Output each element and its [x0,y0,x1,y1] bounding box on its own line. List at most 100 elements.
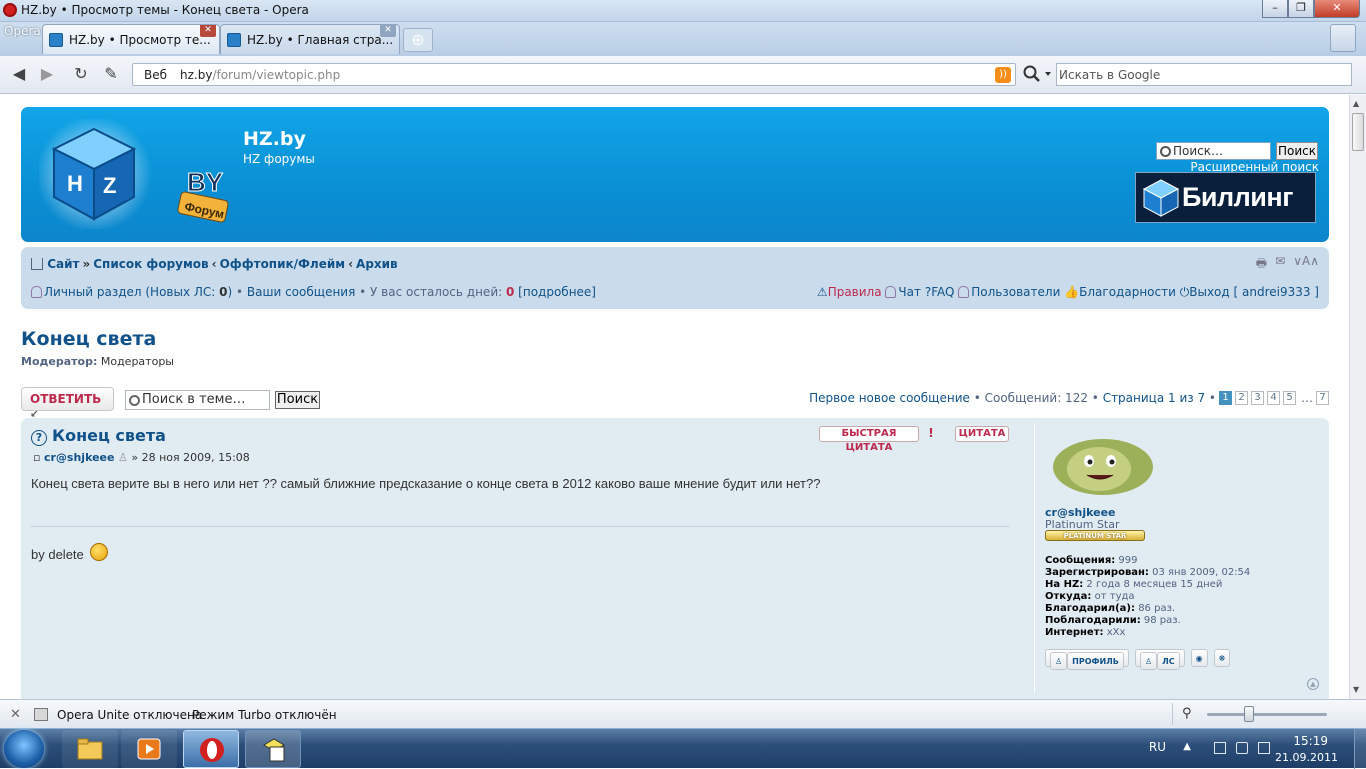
search-engine-select-icon[interactable] [1021,64,1055,84]
font-size-icon[interactable]: ∨A∧ [1293,254,1319,275]
tab-label: HZ.by • Просмотр те... [69,33,211,47]
post-title[interactable]: Конец света [52,426,166,445]
stat-row: Откуда: от туда [1045,591,1135,602]
new-tab-button[interactable]: ⊕ [403,28,433,52]
post-profile: cr@shjkeee Platinum Star PLATINUM STAR С… [1034,423,1319,693]
reload-icon[interactable]: ↻ [70,64,92,84]
zoom-slider-thumb[interactable] [1244,706,1254,722]
back-to-top-icon[interactable]: ▲ [1307,678,1319,690]
reply-button[interactable]: ОТВЕТИТЬ ↙ [21,387,114,420]
taskbar-explorer[interactable] [62,730,118,768]
quick-quote-button[interactable]: БЫСТРАЯ ЦИТАТА [819,426,919,453]
unite-status[interactable]: Opera Unite отключена [57,708,202,722]
post-icon: ▫ [33,451,41,464]
website-globe-icon[interactable]: ◉ [1190,649,1208,667]
zoom-slider[interactable] [1207,713,1327,716]
tab-close-icon[interactable]: ✕ [200,25,216,37]
site-logo[interactable]: H Z BY Форум [39,119,239,229]
battery-icon[interactable] [1258,742,1270,754]
report-icon[interactable]: ! [924,426,938,442]
opera-logo-icon [3,3,17,17]
avatar[interactable] [1051,429,1155,497]
tab-main-page[interactable]: HZ.by • Главная стра... ✕ [220,24,400,54]
zoom-icon[interactable]: ⚲ [1182,706,1192,721]
tray-expand-icon[interactable]: ▲ [1183,741,1191,752]
page-info[interactable]: Страница 1 из 7 [1103,391,1205,405]
profile-button[interactable]: ♙ ПРОФИЛЬ [1045,649,1129,670]
minimize-button[interactable]: – [1262,0,1288,18]
more-details-link[interactable]: [подробнее] [518,285,596,299]
forward-arrow-icon[interactable]: ▶ [36,64,58,84]
header-search-button[interactable]: Поиск [1276,142,1318,160]
stat-row: Поблагодарили: 98 раз. [1045,615,1181,626]
quote-button[interactable]: ЦИТАТА [955,426,1009,442]
rss-feed-icon[interactable]: )) [995,67,1011,83]
scroll-down-icon[interactable]: ▼ [1353,685,1359,694]
post-author-link[interactable]: cr@shjkeee [44,451,115,464]
rules-link[interactable]: Правила [828,285,882,299]
scrollbar-thumb[interactable] [1352,113,1364,151]
url-text[interactable]: hz.by/forum/viewtopic.php [180,68,340,82]
icq-flower-icon[interactable]: ❋ [1213,649,1231,667]
network-icon[interactable] [1214,742,1226,754]
google-search-input[interactable]: Искать в Google [1056,63,1352,86]
print-icon[interactable]: 🖶 [1256,254,1267,275]
moderators-link[interactable]: Модераторы [101,355,174,368]
faq-link[interactable]: FAQ [931,285,954,299]
clock-time[interactable]: 15:19 [1293,734,1328,748]
breadcrumb-site[interactable]: Сайт [47,257,79,271]
opera-menu-button[interactable]: Opera [0,24,41,42]
edit-site-prefs-icon[interactable]: ✎ [100,64,122,84]
tab-viewtopic[interactable]: HZ.by • Просмотр те... ✕ [42,24,220,54]
page-3[interactable]: 3 [1251,391,1264,405]
close-window-button[interactable]: ✕ [1314,0,1360,18]
taskbar-calculator[interactable] [245,730,301,768]
panel-toggle-icon[interactable]: ✕ [10,707,21,722]
breadcrumb-archive[interactable]: Архив [356,257,398,271]
turbo-status[interactable]: Режим Turbo отключён [192,708,337,722]
tab-close-icon[interactable]: ✕ [380,25,396,37]
favicon-icon [49,33,63,47]
calculator-icon [263,738,285,762]
opera-unite-icon[interactable] [34,708,48,721]
breadcrumb-offtopic[interactable]: Оффтопик/Флейм [220,257,345,271]
page-scrollbar[interactable]: ▲ ▼ [1349,95,1366,699]
clock-date[interactable]: 21.09.2011 [1275,751,1338,764]
scroll-up-icon[interactable]: ▲ [1353,99,1359,108]
language-indicator[interactable]: RU [1149,740,1166,754]
maximize-button[interactable]: ❐ [1288,0,1314,18]
topic-search-button[interactable]: Поиск [275,391,320,409]
page-title[interactable]: Конец света [21,328,156,350]
users-link[interactable]: Пользователи [971,285,1060,299]
page-5[interactable]: 5 [1283,391,1296,405]
pm-button[interactable]: ♙ ЛС [1134,649,1185,670]
closed-tabs-trash-icon[interactable] [1330,24,1356,52]
logout-link[interactable]: Выход [ andrei9333 ] [1189,285,1319,299]
first-new-post-link[interactable]: Первое новое сообщение [809,391,970,405]
address-bar[interactable]: Веб hz.by/forum/viewtopic.php )) [132,63,1016,86]
taskbar-media-player[interactable] [121,730,177,768]
page-last[interactable]: 7 [1316,391,1329,405]
private-section-link[interactable]: Личный раздел (Новых ЛС: 0) [44,285,232,299]
thanks-link[interactable]: Благодарности [1079,285,1176,299]
topic-search-input[interactable]: Поиск в теме… [125,390,270,410]
window-title: HZ.by • Просмотр темы - Конец света - Op… [21,3,309,17]
billing-banner[interactable]: Биллинг [1135,172,1316,223]
breadcrumb-forum-list[interactable]: Список форумов [93,257,208,271]
back-arrow-icon[interactable]: ◀ [8,64,30,84]
profile-stats: Сообщения: 999 Зарегистрирован: 03 янв 2… [1045,555,1250,639]
page-2[interactable]: 2 [1235,391,1248,405]
site-name-link[interactable]: HZ.by [243,128,306,150]
window-titlebar: HZ.by • Просмотр темы - Конец света - Op… [0,0,1366,22]
chat-link[interactable]: Чат [898,285,921,299]
your-posts-link[interactable]: Ваши сообщения [247,285,355,299]
email-icon[interactable]: ✉ [1275,254,1285,275]
volume-icon[interactable] [1236,742,1248,754]
page-4[interactable]: 4 [1267,391,1280,405]
show-desktop-button[interactable] [1354,729,1366,769]
start-button[interactable] [4,730,44,768]
billing-label: Биллинг [1182,182,1293,212]
taskbar-opera[interactable] [183,730,239,768]
header-search-input[interactable]: Поиск… [1156,142,1271,160]
question-icon: ? [31,430,47,446]
